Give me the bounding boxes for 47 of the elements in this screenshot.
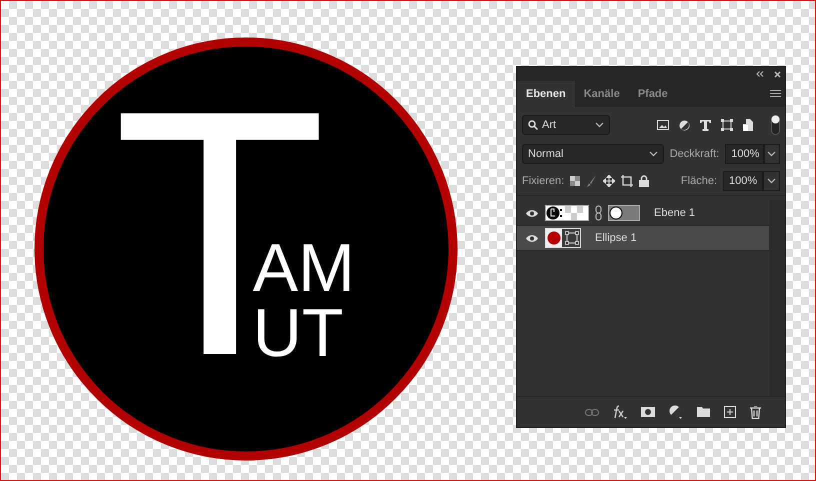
mask-thumbnail: [608, 205, 640, 221]
blend-mode-dropdown[interactable]: Normal: [522, 144, 664, 164]
layer-name: Ebene 1: [654, 207, 695, 219]
lock-label: Fixieren:: [522, 175, 564, 187]
filter-dropdown[interactable]: Art: [522, 115, 610, 135]
effects-icon[interactable]: [613, 405, 627, 419]
caret-icon: [595, 122, 604, 128]
layer-thumbnail: [545, 228, 581, 248]
layer-row[interactable]: Ellipse 1: [517, 226, 769, 251]
trash-icon[interactable]: [750, 406, 761, 418]
fill-field[interactable]: 100%: [723, 171, 763, 191]
opacity-dropdown-button[interactable]: [764, 144, 780, 164]
panel-tab[interactable]: Ebenen: [517, 81, 575, 107]
image-icon[interactable]: [657, 120, 669, 130]
search-icon: [528, 120, 538, 130]
lock-icon[interactable]: [639, 175, 650, 187]
fill-dropdown-button[interactable]: [763, 171, 780, 191]
menu-icon[interactable]: [770, 90, 781, 98]
caret-icon: [767, 178, 776, 184]
eye-icon[interactable]: [525, 234, 539, 242]
close-icon[interactable]: [774, 70, 781, 78]
filter-toggle[interactable]: [771, 115, 780, 135]
opacity-label: Deckkraft:: [670, 148, 720, 160]
panel-tab[interactable]: Kanäle: [574, 81, 629, 107]
collapse-icon[interactable]: [756, 71, 764, 77]
mask-icon[interactable]: [641, 407, 655, 417]
type-icon[interactable]: [700, 120, 711, 130]
half-circle-icon[interactable]: [679, 120, 690, 130]
scrollbar[interactable]: [769, 200, 785, 396]
layer-name: Ellipse 1: [595, 232, 637, 244]
folder-icon[interactable]: [697, 407, 710, 417]
opacity-field[interactable]: 100%: [725, 144, 764, 164]
shape-icon[interactable]: [721, 119, 733, 131]
half-circle-icon[interactable]: [669, 405, 683, 419]
new-layer-icon[interactable]: [724, 406, 736, 418]
brush-icon[interactable]: [586, 175, 598, 187]
move-icon[interactable]: [603, 175, 616, 187]
checkerboard-icon[interactable]: [570, 176, 580, 186]
fill-label: Fläche:: [680, 175, 717, 187]
layer-thumbnail: [545, 205, 589, 221]
eye-icon[interactable]: [525, 208, 539, 218]
caret-icon: [648, 151, 658, 157]
link-icon[interactable]: [595, 205, 602, 221]
document-icon[interactable]: [743, 119, 753, 131]
caret-icon: [767, 151, 776, 157]
crop-icon[interactable]: [621, 175, 634, 187]
panel-tab[interactable]: Pfade: [628, 81, 677, 107]
